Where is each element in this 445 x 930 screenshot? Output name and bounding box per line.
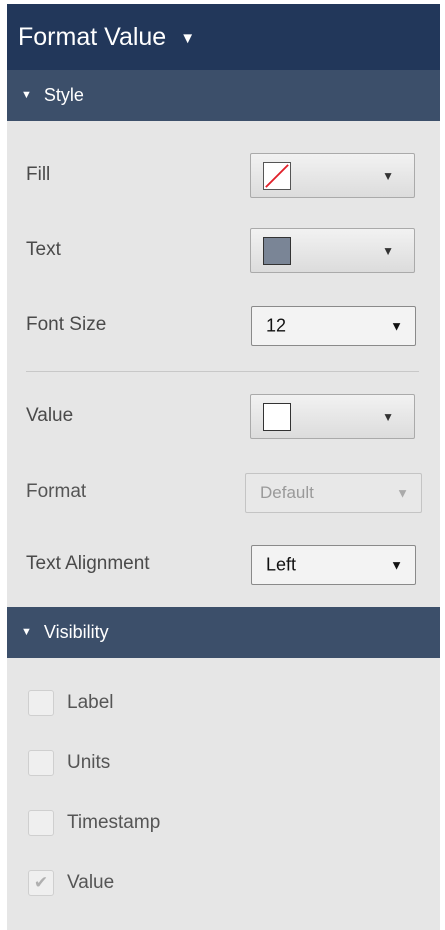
font-size-value: 12 <box>266 315 287 336</box>
text-color-row: Text ▼ <box>7 220 440 280</box>
chevron-down-icon: ▼ <box>396 485 409 501</box>
text-color-swatch <box>263 236 291 265</box>
format-value-panel: Format Value ▼ ▼ Style Fill ▼ Text ▼ Fon… <box>7 4 440 930</box>
fill-row: Fill ▼ <box>7 145 440 205</box>
label-visibility-row[interactable]: Label <box>7 678 440 728</box>
label-checkbox-label: Label <box>67 692 114 713</box>
text-alignment-label: Text Alignment <box>26 553 150 574</box>
chevron-down-icon: ▼ <box>382 168 394 183</box>
chevron-down-icon: ▼ <box>382 409 394 424</box>
format-select: Default ▼ <box>245 473 422 513</box>
format-label: Format <box>26 481 87 502</box>
font-size-row: Font Size 12 ▼ <box>7 295 440 355</box>
units-checkbox-label: Units <box>67 752 111 773</box>
text-color-picker[interactable]: ▼ <box>250 228 415 273</box>
chevron-down-icon: ▼ <box>390 557 403 573</box>
text-alignment-select[interactable]: Left ▼ <box>251 545 416 585</box>
chevron-down-icon: ▼ <box>382 243 394 258</box>
label-checkbox[interactable] <box>28 690 54 716</box>
chevron-down-icon: ▼ <box>390 318 403 334</box>
style-section-title: Style <box>43 85 84 105</box>
panel-title: Format Value <box>18 22 167 51</box>
fill-label: Fill <box>26 164 51 185</box>
section-divider <box>26 371 419 372</box>
timestamp-visibility-row[interactable]: Timestamp <box>7 798 440 848</box>
font-size-select[interactable]: 12 ▼ <box>251 306 416 346</box>
value-color-row: Value ▼ <box>7 386 440 446</box>
value-checkbox[interactable]: ✔ <box>28 870 54 896</box>
value-color-picker[interactable]: ▼ <box>250 394 415 439</box>
style-collapse-caret-icon: ▼ <box>21 88 32 101</box>
visibility-section-header[interactable]: ▼ Visibility <box>7 607 440 658</box>
timestamp-checkbox-label: Timestamp <box>67 812 161 833</box>
text-alignment-value: Left <box>266 554 297 575</box>
units-visibility-row[interactable]: Units <box>7 738 440 788</box>
value-checkbox-label: Value <box>67 872 115 893</box>
format-value: Default <box>260 483 314 502</box>
timestamp-checkbox[interactable] <box>28 810 54 836</box>
value-color-swatch <box>263 402 291 431</box>
units-checkbox[interactable] <box>28 750 54 776</box>
panel-title-bar[interactable]: Format Value ▼ <box>7 4 440 70</box>
no-fill-icon <box>263 161 291 190</box>
checkmark-icon: ✔ <box>33 873 49 892</box>
value-visibility-row[interactable]: ✔ Value <box>7 858 440 908</box>
fill-color-picker[interactable]: ▼ <box>250 153 415 198</box>
font-size-label: Font Size <box>26 314 107 335</box>
style-section-header[interactable]: ▼ Style <box>7 70 440 121</box>
title-dropdown-caret-icon[interactable]: ▼ <box>180 30 195 47</box>
value-color-label: Value <box>26 405 74 426</box>
visibility-collapse-caret-icon: ▼ <box>21 625 32 638</box>
visibility-section-title: Visibility <box>43 622 109 642</box>
format-row: Format Default ▼ <box>7 462 440 522</box>
text-color-label: Text <box>26 239 61 260</box>
text-alignment-row: Text Alignment Left ▼ <box>7 534 440 594</box>
